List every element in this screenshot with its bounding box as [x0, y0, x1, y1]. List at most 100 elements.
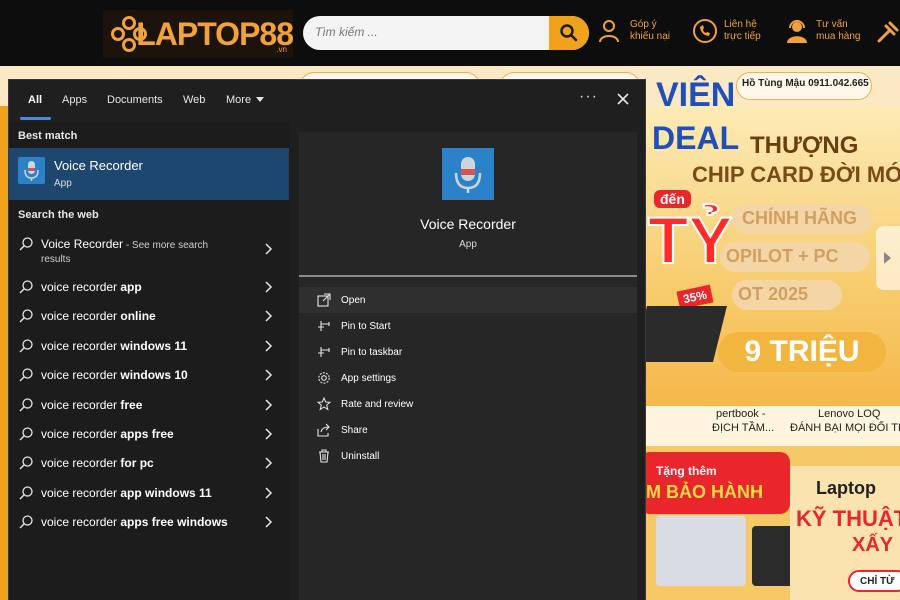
suggestion-bold: online — [120, 309, 156, 323]
suggestion-bold: windows 10 — [120, 368, 188, 382]
suggestion-item[interactable]: voice recorder windows 10 — [9, 361, 289, 390]
search-icon — [19, 368, 33, 382]
more-options-button[interactable]: ··· — [579, 88, 599, 112]
promo-right[interactable]: Laptop KỸ THUẬT XẤY CHỈ TỪ — [790, 466, 900, 600]
action-label: Pin to taskbar — [341, 347, 403, 358]
suggestion-item[interactable]: voice recorder app — [9, 273, 289, 302]
chevron-right-icon — [265, 281, 273, 293]
chevron-right-icon — [265, 340, 273, 352]
search-icon — [19, 486, 33, 500]
best-match-item[interactable]: Voice Recorder App — [9, 148, 289, 200]
site-search-input[interactable]: Tìm kiếm ... — [315, 25, 378, 39]
strip-item2-title[interactable]: Lenovo LOQ — [818, 408, 880, 420]
search-icon — [19, 515, 33, 529]
suggestion-prefix: voice recorder — [41, 339, 121, 353]
tab-apps[interactable]: Apps — [62, 94, 87, 106]
action-label: Share — [341, 425, 368, 436]
best-match-name: Voice Recorder — [54, 158, 143, 173]
results-list: Best match Voice Recorder App Search the… — [9, 122, 289, 600]
store-address: Hồ Tùng Mậu 0911.042.665 — [742, 78, 869, 89]
pin-icon — [318, 347, 330, 357]
suggestion-item[interactable]: voice recorder for pc — [9, 449, 289, 478]
banner-line11: 9 TRIỆU — [718, 332, 886, 372]
logo-suffix: .vn — [276, 45, 287, 54]
feedback-link[interactable]: Góp ý khiếu nại — [598, 18, 670, 44]
web-search-results: results — [41, 254, 71, 265]
search-icon — [19, 237, 33, 251]
suggestion-prefix: voice recorder — [41, 398, 121, 412]
gear-icon — [318, 372, 330, 384]
trash-icon — [319, 449, 329, 463]
action-uninstall[interactable]: Uninstall — [299, 443, 637, 469]
web-search-text: Voice Recorder — [41, 237, 124, 251]
start-search-panel: All Apps Documents Web More ··· Best mat… — [8, 79, 646, 600]
banner-line2: DEAL — [652, 120, 740, 156]
promo-right-button[interactable]: CHỈ TỪ — [848, 570, 900, 592]
pin-icon — [318, 321, 330, 331]
site-logo[interactable]: LAPTOP88 .vn — [103, 10, 294, 58]
tab-more-label: More — [226, 94, 252, 106]
tools-icon[interactable] — [876, 20, 900, 44]
active-tab-indicator — [20, 117, 51, 120]
tab-web[interactable]: Web — [183, 94, 205, 106]
warranty-badge[interactable]: Tặng thêm M BẢO HÀNH — [640, 452, 790, 514]
action-pin-taskbar[interactable]: Pin to taskbar — [299, 339, 637, 365]
action-rate-review[interactable]: Rate and review — [299, 391, 637, 417]
close-icon[interactable] — [613, 89, 633, 109]
laptop-image — [656, 516, 746, 586]
banner-line1: VIÊN — [656, 76, 736, 114]
consult-line2: mua hàng — [816, 31, 861, 42]
suggestion-item[interactable]: voice recorder windows 11 — [9, 332, 289, 361]
action-share[interactable]: Share — [299, 417, 637, 443]
consult-link[interactable]: Tư vấn mua hàng — [784, 18, 860, 44]
suggestion-bold: app windows 11 — [120, 486, 212, 500]
search-web-header: Search the web — [18, 209, 99, 221]
suggestion-item[interactable]: voice recorder apps free — [9, 420, 289, 449]
site-search-bar[interactable]: Tìm kiếm ... — [303, 16, 589, 50]
action-app-settings[interactable]: App settings — [299, 365, 637, 391]
action-label: Open — [341, 295, 366, 306]
headset-icon — [787, 20, 807, 43]
action-open[interactable]: Open — [299, 287, 637, 313]
search-icon — [19, 309, 33, 323]
best-match-header: Best match — [18, 130, 78, 142]
search-tabs: All Apps Documents Web More ··· — [9, 80, 645, 120]
action-label: Uninstall — [341, 451, 380, 462]
share-icon — [317, 423, 330, 437]
chevron-right-icon — [265, 310, 273, 322]
strip-item1-title[interactable]: pertbook - — [716, 408, 766, 420]
suggestion-bold: free — [120, 398, 143, 412]
contact-link[interactable]: Liên hệ trực tiếp — [692, 18, 761, 44]
suggestion-bold: app — [120, 280, 142, 294]
suggestion-item[interactable]: voice recorder online — [9, 302, 289, 331]
suggestion-bold: for pc — [120, 456, 154, 470]
tab-all[interactable]: All — [28, 94, 42, 106]
chevron-right-icon — [265, 516, 273, 528]
action-pin-start[interactable]: Pin to Start — [299, 313, 637, 339]
warranty-line1: Tặng thêm — [656, 464, 717, 478]
preview-app-name: Voice Recorder — [420, 216, 516, 232]
promo-banner[interactable]: VIÊN DEAL THƯỢNG CHIP CARD ĐỜI MỚI đến T… — [633, 76, 900, 406]
promo-right-line3: XẤY — [852, 534, 894, 556]
web-search-see-more: - See more search — [123, 240, 209, 251]
banner-line3: THƯỢNG — [750, 132, 859, 159]
suggestion-bold: apps free — [120, 427, 174, 441]
suggestion-item[interactable]: voice recorder app windows 11 — [9, 479, 289, 508]
user-edit-icon — [599, 20, 619, 43]
chevron-right-icon — [265, 428, 273, 440]
best-match-type: App — [54, 178, 72, 189]
suggestion-prefix: voice recorder — [41, 280, 121, 294]
chevron-right-icon — [265, 369, 273, 381]
suggestion-item[interactable]: voice recorder apps free windows — [9, 508, 289, 537]
laptop-image — [633, 306, 727, 362]
chevron-right-icon — [265, 487, 273, 499]
banner-next-arrow[interactable] — [876, 226, 900, 290]
tab-more[interactable]: More — [226, 94, 265, 106]
web-search-item[interactable]: Voice Recorder - See more search results — [9, 230, 289, 266]
site-search-button[interactable] — [549, 16, 589, 50]
voice-recorder-icon — [442, 148, 494, 200]
preview-app-type: App — [459, 239, 477, 250]
suggestion-item[interactable]: voice recorder free — [9, 391, 289, 420]
feedback-line2: khiếu nại — [630, 31, 671, 42]
tab-documents[interactable]: Documents — [107, 94, 163, 106]
